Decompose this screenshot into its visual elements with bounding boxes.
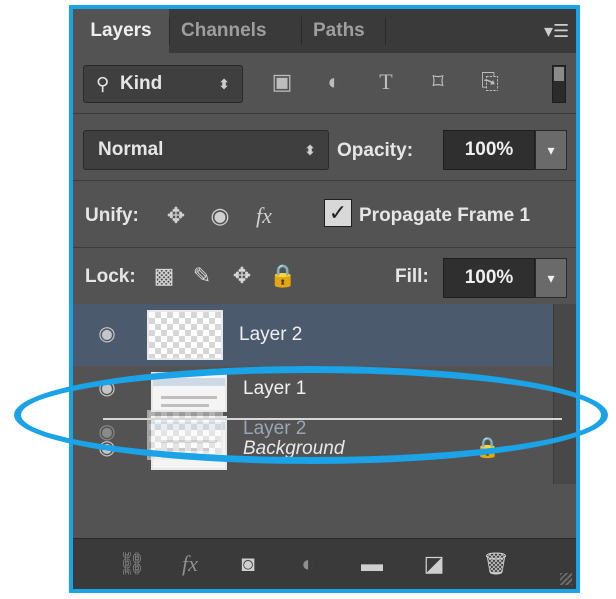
tab-divider xyxy=(169,17,170,45)
filter-toggle[interactable] xyxy=(552,65,566,103)
drag-insertion-line xyxy=(103,418,562,420)
tab-divider xyxy=(301,17,302,45)
type-filter-icon[interactable]: T xyxy=(373,69,399,95)
select-arrows-icon: ⬍ xyxy=(218,76,230,92)
fill-input[interactable]: 100% xyxy=(443,258,535,298)
unify-position-icon[interactable]: ✥ xyxy=(157,199,195,233)
filter-kind-label: Kind xyxy=(120,73,163,94)
new-group-icon[interactable]: ▬ xyxy=(357,549,387,579)
visibility-eye-icon[interactable]: ◉ xyxy=(95,378,119,398)
propagate-frame-label: Propagate Frame 1 xyxy=(359,205,531,226)
dragged-layer-name: Layer 2 xyxy=(243,418,307,439)
select-arrows-icon: ⬍ xyxy=(304,142,316,158)
lock-all-icon[interactable]: 🔒 xyxy=(269,262,296,290)
filter-kind-select[interactable]: ⚲ Kind ⬍ xyxy=(83,65,243,103)
layer-style-icon[interactable]: fx xyxy=(175,549,205,579)
resize-grip-icon[interactable] xyxy=(560,573,572,585)
thumbnail-content xyxy=(161,396,217,399)
opacity-label: Opacity: xyxy=(337,140,414,161)
layer-name[interactable]: Layer 2 xyxy=(239,324,302,346)
unify-style-icon[interactable]: fx xyxy=(245,199,283,233)
delete-layer-icon[interactable]: 🗑 xyxy=(481,549,511,579)
panel-bottom-bar: ⛓ fx ◙ ◐ ▬ ◪ 🗑 xyxy=(73,538,576,589)
lock-transparent-pixels-icon[interactable]: ▩ xyxy=(151,262,177,290)
layer-list: ◉ Layer 2 ◉ Layer 1 ◉ ◉ Layer 2 Backgrou… xyxy=(73,304,576,484)
opacity-input[interactable]: 100% xyxy=(443,130,535,170)
lock-image-pixels-icon[interactable]: ✎ xyxy=(189,262,215,290)
unify-row: Unify: ✥ ◉ fx ✓ Propagate Frame 1 xyxy=(73,181,576,248)
filter-toggle-knob xyxy=(554,67,564,81)
lock-row: Lock: ▩ ✎ ✥ 🔒 Fill: 100% ▾ xyxy=(73,248,576,305)
fill-dropdown-button[interactable]: ▾ xyxy=(535,258,567,298)
tab-divider xyxy=(385,17,386,45)
layer-thumbnail xyxy=(151,372,227,412)
tab-channels[interactable]: Channels xyxy=(181,9,267,53)
panel-menu-icon[interactable]: ▾☰ xyxy=(544,21,569,41)
thumbnail-content xyxy=(161,404,209,407)
layer-name[interactable]: Background xyxy=(243,438,344,460)
blend-row: Normal ⬍ Opacity: 100% ▾ xyxy=(73,114,576,181)
image-filter-icon[interactable]: ▣ xyxy=(269,69,295,95)
layer-list-scrollbar[interactable] xyxy=(553,304,576,484)
layer-row[interactable]: ◉ Layer 1 xyxy=(73,366,554,414)
adjustment-layer-icon[interactable]: ◐ xyxy=(293,549,323,579)
lock-label: Lock: xyxy=(85,266,136,287)
layer-row[interactable]: ◉ Layer 2 xyxy=(73,304,554,366)
layer-thumbnail xyxy=(147,310,223,360)
blend-mode-value: Normal xyxy=(98,139,164,160)
visibility-eye-icon[interactable]: ◉ xyxy=(95,438,119,458)
unify-visibility-icon[interactable]: ◉ xyxy=(201,199,239,233)
tab-layers[interactable]: Layers xyxy=(73,9,169,53)
smart-object-filter-icon[interactable]: ⎘ xyxy=(477,69,503,95)
layer-row[interactable]: ◉ ◉ Layer 2 Background 🔒 xyxy=(73,410,554,474)
lock-icon: 🔒 xyxy=(475,437,500,459)
search-icon: ⚲ xyxy=(96,74,110,94)
link-layers-icon[interactable]: ⛓ xyxy=(117,549,147,579)
layer-mask-icon[interactable]: ◙ xyxy=(233,549,263,579)
opacity-dropdown-button[interactable]: ▾ xyxy=(535,130,567,170)
layer-name[interactable]: Layer 1 xyxy=(243,378,306,400)
new-layer-icon[interactable]: ◪ xyxy=(419,549,449,579)
filter-row: ⚲ Kind ⬍ ▣ ◐ T ⌑ ⎘ xyxy=(73,53,576,114)
layers-panel-frame: Layers Channels Paths ▾☰ ⚲ Kind ⬍ ▣ ◐ T … xyxy=(69,5,580,593)
shape-filter-icon[interactable]: ⌑ xyxy=(425,69,451,95)
panel-tab-bar: Layers Channels Paths ▾☰ xyxy=(73,9,576,53)
lock-position-icon[interactable]: ✥ xyxy=(229,262,255,290)
visibility-eye-icon[interactable]: ◉ xyxy=(95,324,119,344)
propagate-frame-checkbox[interactable]: ✓ xyxy=(324,199,352,227)
blend-mode-select[interactable]: Normal ⬍ xyxy=(83,130,329,170)
layers-panel: Layers Channels Paths ▾☰ ⚲ Kind ⬍ ▣ ◐ T … xyxy=(73,9,576,589)
unify-label: Unify: xyxy=(85,205,139,226)
thumbnail-content xyxy=(153,378,225,386)
fill-label: Fill: xyxy=(395,266,429,287)
tab-paths[interactable]: Paths xyxy=(313,9,365,53)
adjustment-filter-icon[interactable]: ◐ xyxy=(321,69,347,95)
